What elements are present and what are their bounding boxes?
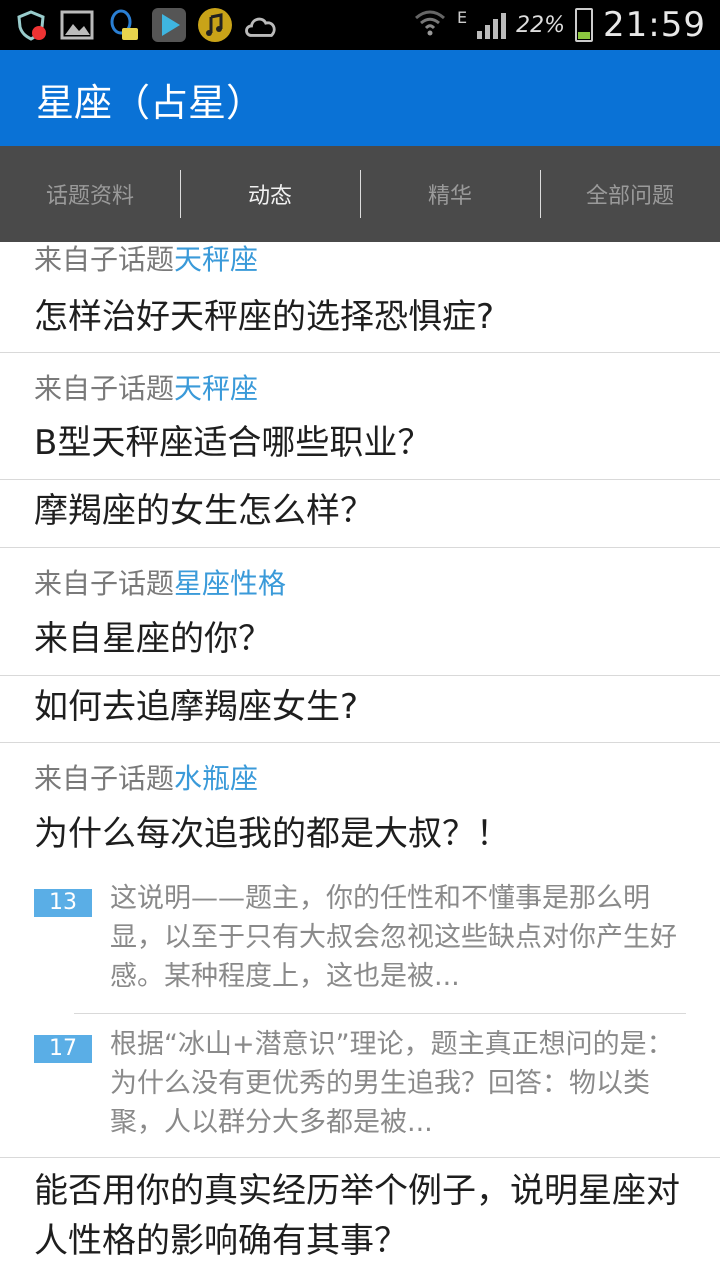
tab-bar: 话题资料 动态 精华 全部问题 bbox=[0, 146, 720, 242]
answer-divider bbox=[74, 1013, 686, 1014]
answer-excerpt[interactable]: 这说明——题主，你的任性和不懂事是那么明显，以至于只有大叔会忽视这些缺点对你产生… bbox=[110, 879, 686, 996]
topic-link[interactable]: 天秤座 bbox=[174, 243, 258, 276]
battery-charging-icon bbox=[575, 8, 594, 42]
battery-percent: 22% bbox=[516, 12, 566, 38]
question-title[interactable]: 来自星座的你？ bbox=[34, 614, 686, 664]
cloud-icon bbox=[242, 6, 280, 44]
answer-excerpt[interactable]: 根据“冰山+潜意识”理论，题主真正想问的是：为什么没有更优秀的男生追我？回答：物… bbox=[110, 1025, 686, 1142]
tab-topic-info[interactable]: 话题资料 bbox=[0, 146, 180, 242]
notification-icons bbox=[12, 6, 280, 44]
source-prefix: 来自子话题 bbox=[34, 567, 175, 600]
answer-summary[interactable]: 13 这说明——题主，你的任性和不懂事是那么明显，以至于只有大叔会忽视这些缺点对… bbox=[34, 879, 686, 997]
feed-item[interactable]: 能否用你的真实经历举个例子，说明星座对人性格的影响确有其事？ bbox=[0, 1158, 720, 1288]
feed-item[interactable]: 来自子话题天秤座 B型天秤座适合哪些职业？ bbox=[0, 353, 720, 480]
qq-notification-icon bbox=[104, 6, 142, 44]
wifi-icon bbox=[413, 8, 447, 42]
subtopic-source: 来自子话题星座性格 bbox=[34, 562, 286, 602]
source-prefix: 来自子话题 bbox=[34, 372, 175, 405]
tab-activity[interactable]: 动态 bbox=[180, 146, 360, 242]
topic-link[interactable]: 星座性格 bbox=[174, 567, 286, 600]
topic-link[interactable]: 水瓶座 bbox=[174, 762, 258, 795]
vote-count-badge: 17 bbox=[34, 1035, 92, 1063]
question-title[interactable]: 能否用你的真实经历举个例子，说明星座对人性格的影响确有其事？ bbox=[34, 1166, 686, 1266]
play-icon bbox=[150, 6, 188, 44]
subtopic-source: 来自子话题水瓶座 bbox=[34, 757, 258, 797]
image-icon bbox=[58, 6, 96, 44]
network-type: E bbox=[457, 7, 468, 27]
feed-item[interactable]: 来自子话题水瓶座 为什么每次追我的都是大叔？！ 13 这说明——题主，你的任性和… bbox=[0, 743, 720, 1158]
feed-item[interactable]: 来自子话题天秤座 怎样治好天秤座的选择恐惧症? bbox=[0, 242, 720, 353]
clock: 21:59 bbox=[603, 5, 706, 45]
topic-link[interactable]: 天秤座 bbox=[174, 372, 258, 405]
status-bar: E 22% 21:59 bbox=[0, 0, 720, 50]
tab-all-questions[interactable]: 全部问题 bbox=[540, 146, 720, 242]
feed-item[interactable]: 来自子话题星座性格 来自星座的你？ bbox=[0, 548, 720, 676]
music-icon bbox=[196, 6, 234, 44]
question-title[interactable]: 摩羯座的女生怎么样？ bbox=[34, 486, 686, 536]
feed-item[interactable]: 如何去追摩羯座女生? bbox=[0, 676, 720, 743]
system-status: E 22% 21:59 bbox=[413, 0, 706, 50]
question-title[interactable]: B型天秤座适合哪些职业？ bbox=[34, 418, 686, 468]
tab-featured[interactable]: 精华 bbox=[360, 146, 540, 242]
feed-item[interactable]: 摩羯座的女生怎么样？ bbox=[0, 480, 720, 548]
question-title[interactable]: 如何去追摩羯座女生? bbox=[34, 682, 686, 732]
signal-icon bbox=[477, 11, 507, 39]
answer-summary[interactable]: 17 根据“冰山+潜意识”理论，题主真正想问的是：为什么没有更优秀的男生追我？回… bbox=[34, 1025, 686, 1143]
vote-count-badge: 13 bbox=[34, 889, 92, 917]
question-title[interactable]: 为什么每次追我的都是大叔？！ bbox=[34, 809, 686, 859]
page-title[interactable]: 星座（占星） bbox=[36, 72, 264, 127]
source-prefix: 来自子话题 bbox=[34, 243, 175, 276]
app-bar: 星座（占星） bbox=[0, 50, 720, 146]
activity-feed: 来自子话题天秤座 怎样治好天秤座的选择恐惧症? 来自子话题天秤座 B型天秤座适合… bbox=[0, 242, 720, 1288]
question-title[interactable]: 怎样治好天秤座的选择恐惧症? bbox=[34, 292, 686, 342]
subtopic-source: 来自子话题天秤座 bbox=[34, 238, 258, 278]
subtopic-source: 来自子话题天秤座 bbox=[34, 367, 258, 407]
shield-ad-icon bbox=[12, 6, 50, 44]
source-prefix: 来自子话题 bbox=[34, 762, 175, 795]
